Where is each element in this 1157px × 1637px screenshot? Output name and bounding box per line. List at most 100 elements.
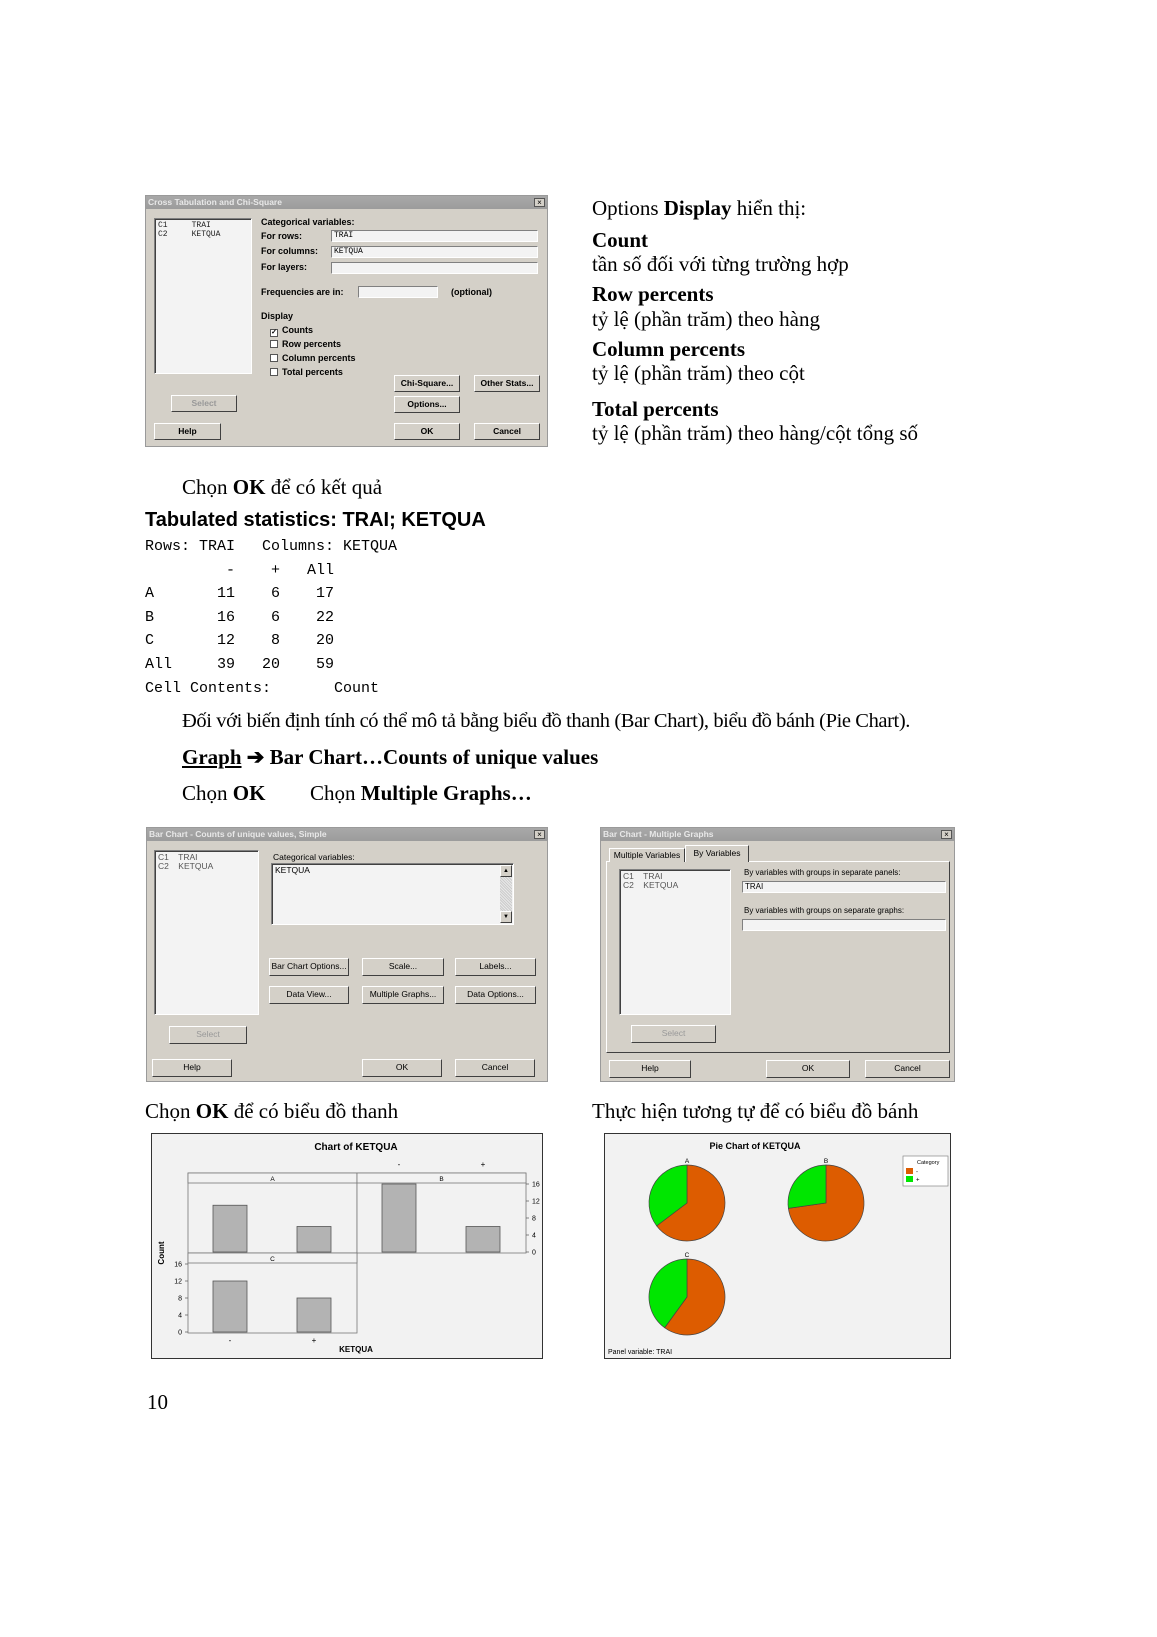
labels-button[interactable]: Labels... bbox=[455, 958, 536, 976]
menu-path: Graph ➔ Bar Chart…Counts of unique value… bbox=[182, 745, 599, 769]
columns-list[interactable]: C1 TRAI C2 KETQUA bbox=[619, 869, 731, 1015]
help-button[interactable]: Help bbox=[154, 423, 221, 440]
panel-variable-note: Panel variable: TRAI bbox=[608, 1349, 672, 1356]
scrollbar[interactable]: ▲ ▼ bbox=[500, 865, 512, 923]
dialog-title: Cross Tabulation and Chi-Square bbox=[146, 196, 547, 209]
checkbox-checked-icon[interactable]: ✓ bbox=[270, 329, 278, 337]
bar-chart: Chart of KETQUA KETQUA Count A B C 0 4 8 12 16 0 4 8 1… bbox=[151, 1133, 543, 1359]
dialog-title: Bar Chart - Multiple Graphs bbox=[601, 828, 954, 841]
close-icon[interactable]: × bbox=[534, 198, 545, 207]
crosstab-dialog: Cross Tabulation and Chi-Square × C1 TRA… bbox=[145, 195, 548, 447]
help-button[interactable]: Help bbox=[152, 1059, 232, 1077]
for-columns-label: For columns: bbox=[261, 246, 319, 256]
legend-label: - bbox=[916, 1170, 918, 1176]
option-term: Column percents bbox=[592, 337, 746, 361]
multiple-graphs-dialog: Bar Chart - Multiple Graphs × Multiple V… bbox=[600, 827, 955, 1082]
row-percents-checkbox[interactable]: Row percents bbox=[270, 339, 341, 349]
checkbox-icon[interactable] bbox=[270, 354, 278, 362]
close-icon[interactable]: × bbox=[941, 830, 952, 839]
bar bbox=[465, 1226, 501, 1253]
checkbox-icon[interactable] bbox=[270, 340, 278, 348]
option-term: Count bbox=[592, 228, 649, 252]
checkbox-icon[interactable] bbox=[270, 368, 278, 376]
for-layers-label: For layers: bbox=[261, 262, 308, 272]
option-desc: tần số đối với từng trường hợp bbox=[592, 252, 849, 276]
pie-chart: Pie Chart of KETQUA A B C Category - + Panel va… bbox=[604, 1133, 951, 1359]
panel-label: C bbox=[685, 1252, 690, 1259]
columns-list[interactable]: C1 TRAI C2 KETQUA bbox=[154, 850, 259, 1015]
chart-title: Pie Chart of KETQUA bbox=[709, 1141, 801, 1151]
ok-button[interactable]: OK bbox=[766, 1060, 850, 1078]
row-percents-label: Row percents bbox=[282, 339, 342, 349]
output-heading: Tabulated statistics: TRAI; KETQUA bbox=[145, 509, 486, 531]
multiple-graphs-button[interactable]: Multiple Graphs... bbox=[362, 986, 444, 1004]
column-percents-label: Column percents bbox=[282, 353, 356, 363]
frequencies-input[interactable] bbox=[358, 286, 438, 298]
options-button[interactable]: Options... bbox=[394, 396, 460, 413]
panels-label: By variables with groups in separate pan… bbox=[744, 868, 901, 877]
column-percents-checkbox[interactable]: Column percents bbox=[270, 353, 356, 363]
y-tick-label: 12 bbox=[532, 1199, 540, 1206]
option-term: Total percents bbox=[592, 397, 719, 421]
scale-button[interactable]: Scale... bbox=[362, 958, 444, 976]
output-line: Cell Contents: Count bbox=[145, 680, 380, 697]
ok-button[interactable]: OK bbox=[394, 423, 460, 440]
ok-button[interactable]: OK bbox=[362, 1059, 442, 1077]
y-tick-label: 0 bbox=[532, 1250, 536, 1257]
caption-pie: Thực hiện tương tự để có biểu đồ bánh bbox=[592, 1099, 919, 1123]
bar-chart-options-button[interactable]: Bar Chart Options... bbox=[269, 958, 349, 976]
option-desc: tỷ lệ (phần trăm) theo hàng/cột tổng số bbox=[592, 421, 919, 445]
graphs-input[interactable] bbox=[742, 919, 946, 931]
bar bbox=[296, 1226, 332, 1253]
panel-label: B bbox=[824, 1158, 828, 1165]
for-columns-input[interactable]: KETQUA bbox=[331, 246, 538, 258]
y-tick-label: 4 bbox=[178, 1313, 182, 1320]
tab-multiple-variables[interactable]: Multiple Variables bbox=[609, 848, 685, 862]
output-line: A 11 6 17 bbox=[145, 585, 335, 602]
output-line: - + All bbox=[145, 562, 335, 579]
bar bbox=[296, 1297, 332, 1333]
select-button[interactable]: Select bbox=[171, 395, 237, 412]
display-label: Display bbox=[261, 311, 294, 321]
scroll-down-icon[interactable]: ▼ bbox=[500, 911, 512, 923]
cancel-button[interactable]: Cancel bbox=[474, 423, 540, 440]
choose-ok-text: Chọn OK để có kết quả bbox=[182, 475, 383, 499]
legend-swatch bbox=[906, 1168, 913, 1174]
help-button[interactable]: Help bbox=[609, 1060, 691, 1078]
cancel-button[interactable]: Cancel bbox=[455, 1059, 535, 1077]
chart-title: Chart of KETQUA bbox=[314, 1142, 397, 1153]
close-icon[interactable]: × bbox=[534, 830, 545, 839]
other-stats-button[interactable]: Other Stats... bbox=[474, 375, 540, 392]
choose-multiple-line: Chọn Multiple Graphs… bbox=[310, 781, 532, 805]
data-options-button[interactable]: Data Options... bbox=[455, 986, 536, 1004]
frequencies-label: Frequencies are in: bbox=[261, 287, 344, 297]
option-desc: tỷ lệ (phần trăm) theo cột bbox=[592, 361, 805, 385]
cancel-button[interactable]: Cancel bbox=[865, 1060, 950, 1078]
x-tick-label-top: + bbox=[481, 1160, 486, 1169]
categorical-input[interactable]: KETQUA bbox=[271, 863, 514, 925]
graphs-label: By variables with groups on separate gra… bbox=[744, 906, 905, 915]
dialog-title: Bar Chart - Counts of unique values, Sim… bbox=[147, 828, 547, 841]
counts-checkbox[interactable]: ✓ Counts bbox=[270, 325, 313, 337]
option-desc: tỷ lệ (phần trăm) theo hàng bbox=[592, 307, 821, 331]
categorical-label: Categorical variables: bbox=[261, 217, 355, 227]
scroll-up-icon[interactable]: ▲ bbox=[500, 865, 512, 877]
output-line: All 39 20 59 bbox=[145, 656, 335, 673]
panel-label: B bbox=[439, 1176, 443, 1183]
for-layers-input[interactable] bbox=[331, 262, 538, 274]
y-tick-label: 8 bbox=[532, 1216, 536, 1223]
select-button[interactable]: Select bbox=[631, 1025, 716, 1043]
chi-square-button[interactable]: Chi-Square... bbox=[394, 375, 460, 392]
tab-by-variables[interactable]: By Variables bbox=[685, 845, 749, 862]
total-percents-checkbox[interactable]: Total percents bbox=[270, 367, 343, 377]
panels-input[interactable]: TRAI bbox=[742, 881, 946, 893]
bar-chart-dialog: Bar Chart - Counts of unique values, Sim… bbox=[146, 827, 548, 1082]
for-rows-input[interactable]: TRAI bbox=[331, 230, 538, 242]
legend-label: + bbox=[916, 1178, 920, 1184]
legend-swatch bbox=[906, 1176, 913, 1182]
y-tick-label: 8 bbox=[178, 1296, 182, 1303]
data-view-button[interactable]: Data View... bbox=[269, 986, 349, 1004]
x-tick-label-top: - bbox=[398, 1160, 401, 1169]
columns-list[interactable]: C1 TRAI C2 KETQUA bbox=[154, 218, 252, 374]
select-button[interactable]: Select bbox=[169, 1026, 247, 1044]
